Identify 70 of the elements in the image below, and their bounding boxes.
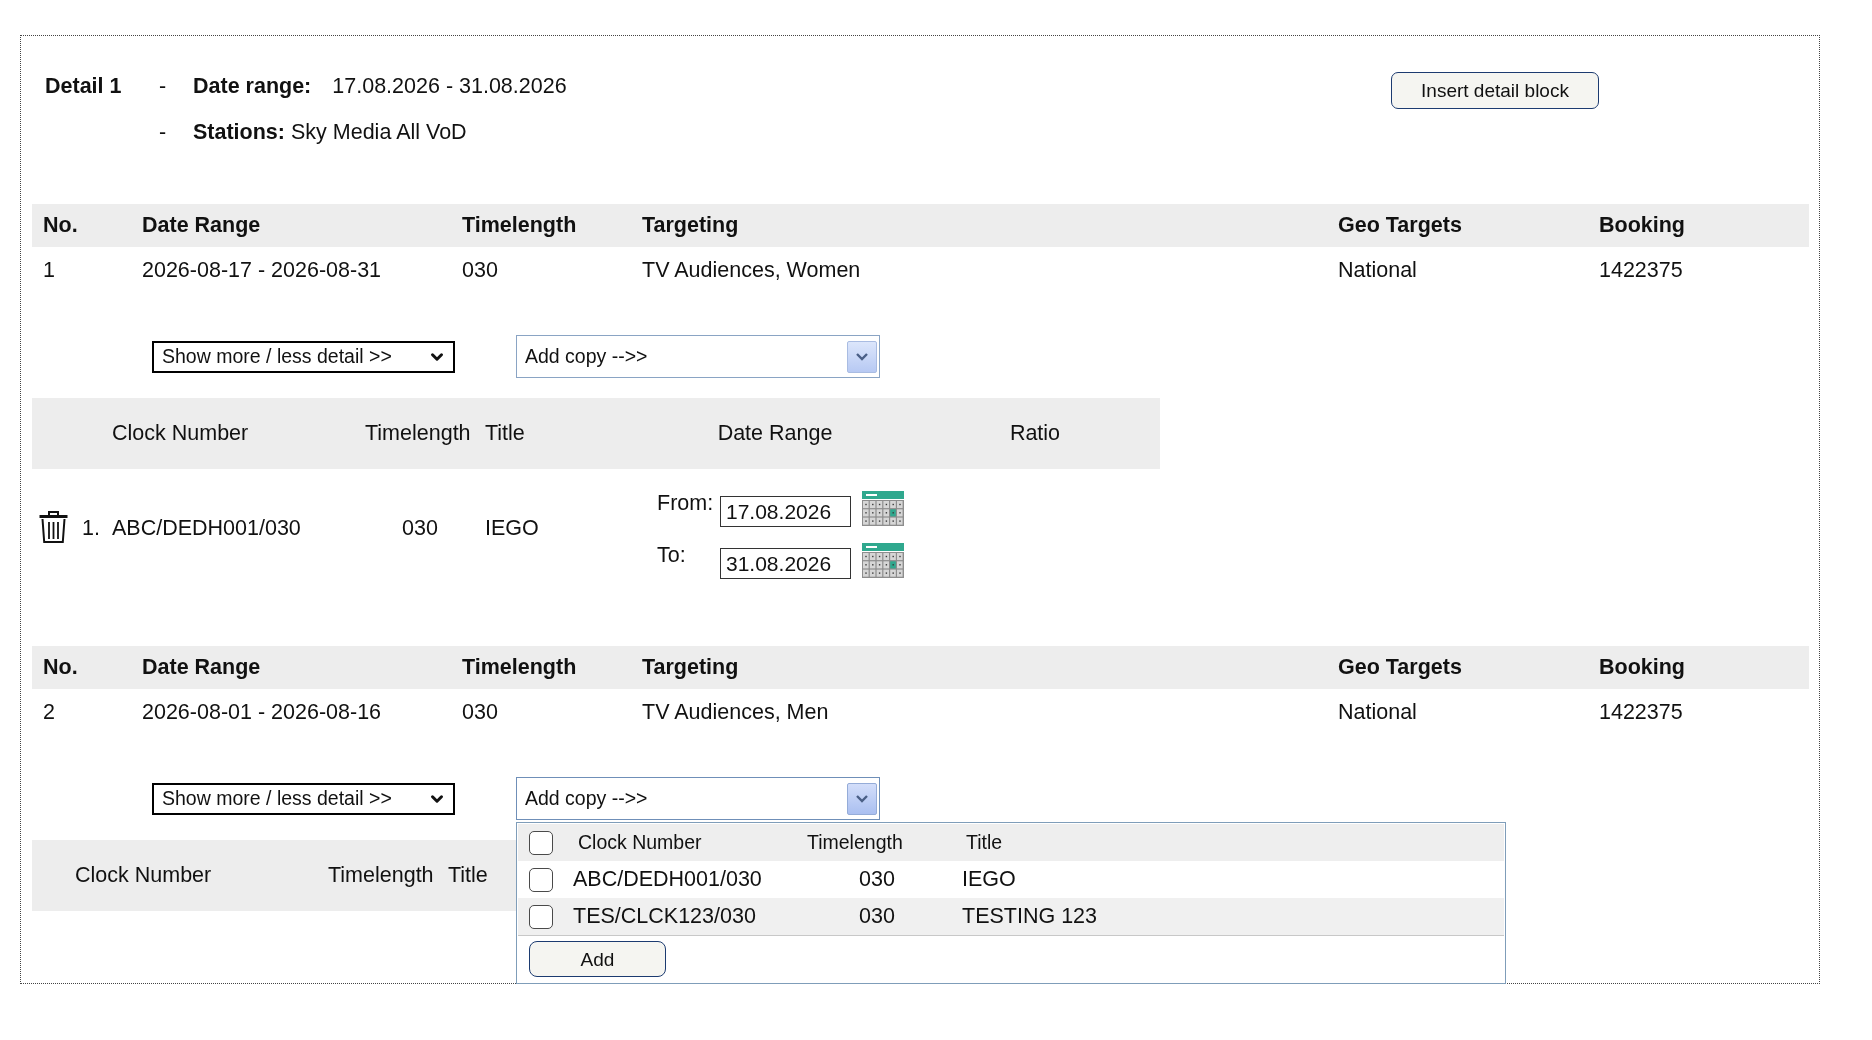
insert-detail-block-button[interactable]: Insert detail block (1391, 72, 1599, 109)
chevron-down-icon[interactable] (847, 340, 877, 373)
column-header: Clock Number (578, 831, 702, 853)
column-header: Geo Targets (1338, 655, 1462, 680)
table-cell: TV Audiences, Men (642, 699, 829, 725)
stations-label: Stations: (193, 119, 285, 145)
table-cell: 1422375 (1599, 257, 1683, 283)
checkbox[interactable] (529, 830, 553, 855)
table-cell: TES/CLCK123/030 (573, 904, 756, 928)
table-cell: IEGO (962, 867, 1016, 891)
column-header: Targeting (642, 213, 739, 238)
date-label: From: (657, 491, 714, 515)
date-input[interactable]: 31.08.2026 (720, 548, 851, 579)
table-cell: 2 (43, 699, 55, 725)
table-cell: 1422375 (1599, 699, 1683, 725)
table-cell: 030 (859, 867, 895, 891)
column-header: No. (43, 213, 78, 238)
column-header: Title (966, 831, 1003, 853)
table-cell: ABC/DEDH001/030 (573, 867, 762, 891)
table-cell: 030 (462, 699, 498, 725)
column-header: Clock Number (112, 421, 249, 446)
add-copy-dropdown[interactable]: Add copy -->> (516, 777, 880, 820)
table-cell: 030 (462, 257, 498, 283)
table-cell: TESTING 123 (962, 904, 1097, 928)
add-button[interactable]: Add (529, 941, 666, 977)
separator-text: - (159, 73, 167, 99)
checkbox[interactable] (529, 904, 553, 929)
column-header: Title (448, 863, 488, 888)
table-cell: National (1338, 699, 1417, 725)
detail-dropdown[interactable]: Show more / less detail >> (152, 340, 455, 373)
add-copy-dropdown[interactable]: Add copy -->> (516, 335, 880, 378)
date-range-value: 17.08.2026 - 31.08.2026 (332, 73, 567, 99)
column-header: Timelength (462, 655, 577, 680)
column-header: Geo Targets (1338, 213, 1462, 238)
detail-dropdown[interactable]: Show more / less detail >> (152, 782, 455, 815)
column-header: Date Range (717, 421, 833, 446)
column-header: Booking (1599, 655, 1685, 680)
column-header: Targeting (642, 655, 739, 680)
table-cell: 2026-08-17 - 2026-08-31 (142, 257, 382, 283)
column-header: Timelength (365, 421, 471, 446)
table-cell: TV Audiences, Women (642, 257, 861, 283)
column-header: Date Range (142, 213, 261, 238)
column-header: Timelength (807, 831, 903, 853)
detail-title: Detail 1 (45, 73, 122, 99)
table-cell: ABC/DEDH001/030 (112, 515, 301, 540)
stations-value: Sky Media All VoD (291, 119, 467, 145)
table-cell: 2026-08-01 - 2026-08-16 (142, 699, 382, 725)
column-header: Ratio (1009, 421, 1061, 446)
table-cell: National (1338, 257, 1417, 283)
table-cell: IEGO (485, 515, 539, 540)
column-header: Timelength (328, 863, 434, 888)
table-cell: 030 (859, 904, 895, 928)
chevron-down-icon[interactable] (847, 782, 877, 815)
date-input[interactable]: 17.08.2026 (720, 496, 851, 527)
row-index: 1. (82, 515, 100, 541)
table-cell: 1 (43, 257, 55, 283)
calendar-icon[interactable] (862, 491, 904, 526)
checkbox[interactable] (529, 867, 553, 892)
table-cell: 030 (402, 515, 438, 541)
column-header: Clock Number (75, 863, 212, 888)
date-label: To: (657, 543, 686, 567)
column-header: Title (485, 421, 525, 446)
calendar-icon[interactable] (862, 543, 904, 578)
column-header: Timelength (462, 213, 577, 238)
column-header: No. (43, 655, 78, 680)
date-range-label: Date range: (193, 73, 312, 99)
column-header: Date Range (142, 655, 261, 680)
column-header: Booking (1599, 213, 1685, 238)
trash-icon[interactable] (39, 511, 68, 543)
separator-text: - (159, 119, 167, 145)
